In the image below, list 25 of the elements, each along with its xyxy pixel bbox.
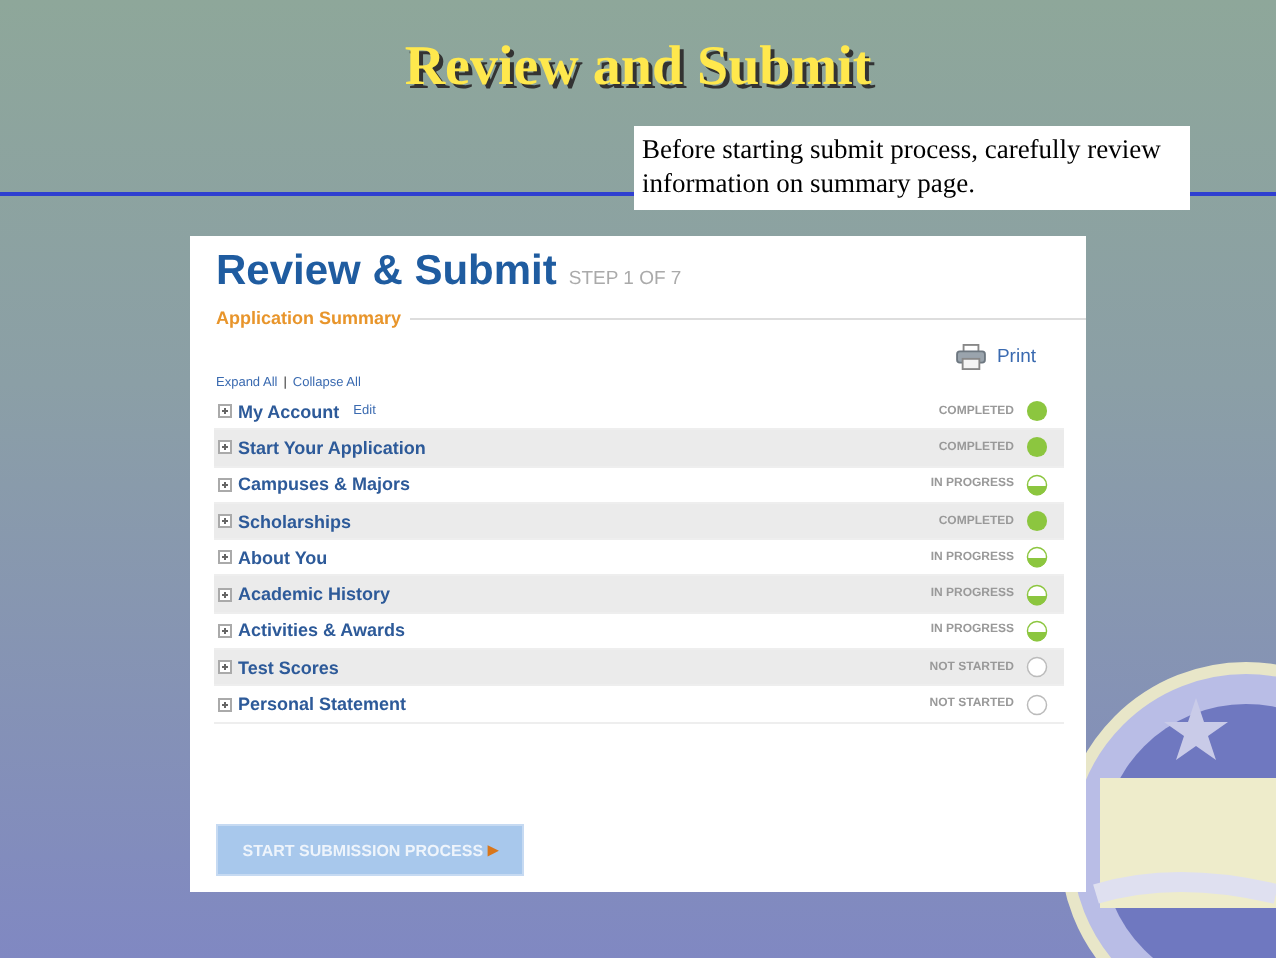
expand-icon[interactable]	[218, 440, 232, 455]
row-label: Activities & Awards	[238, 620, 406, 641]
expand-icon[interactable]	[218, 514, 232, 529]
note-text: Before starting submit process, carefully review information on summary page.	[634, 126, 1190, 210]
printer-icon[interactable]	[956, 344, 987, 370]
row-label: My Account	[238, 401, 340, 422]
expand-icon[interactable]	[218, 623, 232, 638]
print-link[interactable]: Print	[996, 346, 1036, 368]
page-heading: Review & Submit	[216, 248, 557, 296]
expand-icon[interactable]	[218, 697, 232, 712]
expand-icon[interactable]	[218, 404, 232, 419]
row-label: Test Scores	[238, 657, 339, 678]
row-label: Scholarships	[238, 511, 352, 532]
slide-title: Review and Submit	[404, 36, 872, 102]
expand-icon[interactable]	[218, 477, 232, 492]
expand-icon[interactable]	[218, 550, 232, 565]
step-label: STEP 1 OF 7	[568, 268, 682, 290]
row-label: Personal Statement	[238, 694, 407, 715]
row-label: Campuses & Majors	[238, 474, 411, 495]
row-label: Start Your Application	[238, 437, 426, 458]
row-label: Academic History	[238, 584, 391, 605]
section-title: Application Summary	[216, 308, 402, 328]
expand-icon[interactable]	[218, 587, 232, 602]
row-label: About You	[238, 547, 328, 568]
expand-icon[interactable]	[218, 660, 232, 675]
